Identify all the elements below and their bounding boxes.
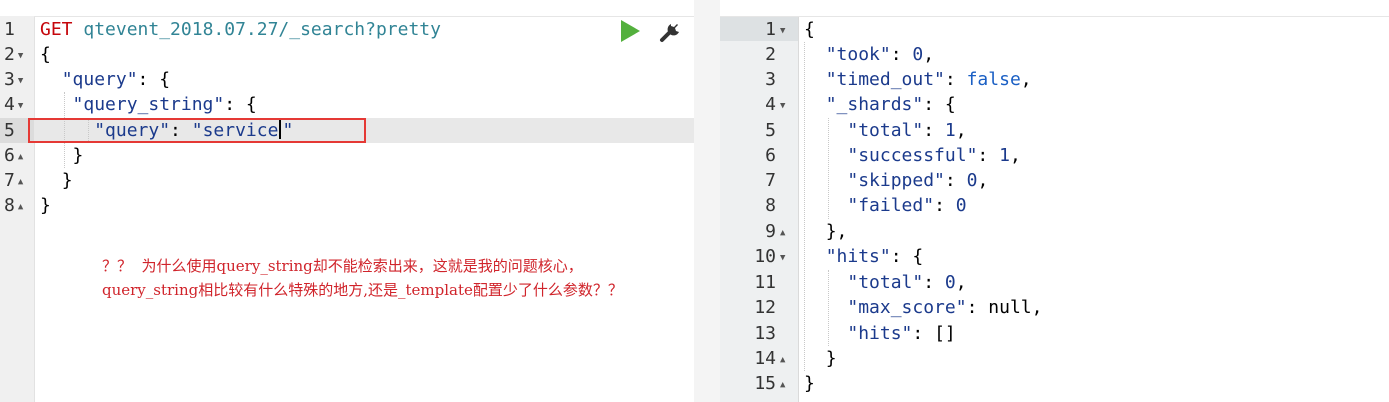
response-line: "successful": 1, — [847, 145, 1021, 166]
code-line[interactable]: } — [40, 143, 84, 168]
code-line[interactable]: } — [40, 168, 73, 193]
play-triangle-icon[interactable] — [621, 20, 640, 42]
line-number: 1 — [765, 19, 776, 40]
fold-toggle-icon[interactable]: ▼ — [18, 101, 23, 111]
editor-top-strip — [0, 0, 694, 16]
annotation-line-2: query_string相比较有什么特殊的地方,还是_template配置少了什… — [102, 281, 623, 299]
line-number: 5 — [4, 120, 15, 141]
response-line: { — [804, 19, 815, 40]
response-line: }, — [825, 221, 848, 242]
response-line: "failed": 0 — [847, 195, 967, 216]
red-highlight-box — [28, 118, 366, 143]
http-method: GET — [40, 19, 73, 40]
line-number: 2 ▼ — [4, 44, 24, 65]
line-number: 7 ▲ — [4, 170, 24, 191]
response-line: "total": 1, — [847, 120, 967, 141]
line-number: 8 ▲ — [4, 195, 24, 216]
response-line: "skipped": 0, — [847, 170, 989, 191]
fold-toggle-icon[interactable]: ▲ — [780, 355, 785, 365]
line-number: 7 — [765, 170, 776, 191]
line-number: 5 — [765, 120, 776, 141]
response-line: "timed_out": false, — [825, 69, 1032, 90]
line-number: 13 — [754, 323, 776, 344]
line-number: 2 — [765, 44, 776, 65]
fold-toggle-icon[interactable]: ▲ — [18, 152, 23, 162]
fold-toggle-icon[interactable]: ▲ — [780, 228, 785, 238]
fold-toggle-icon[interactable]: ▼ — [780, 101, 785, 111]
fold-toggle-icon[interactable]: ▲ — [18, 202, 23, 212]
fold-toggle-icon[interactable]: ▼ — [780, 253, 785, 263]
annotation-line-1: ？？ 为什么使用query_string却不能检索出来，这就是我的问题核心， — [102, 257, 583, 275]
response-line: "hits": [] — [847, 323, 956, 344]
fold-toggle-icon[interactable]: ▲ — [780, 380, 785, 390]
line-number: 4 — [765, 94, 776, 115]
code-line[interactable]: { — [40, 42, 51, 67]
line-number: 9 — [765, 221, 776, 242]
fold-toggle-icon[interactable]: ▲ — [18, 177, 23, 187]
line-number: 14 — [754, 348, 776, 369]
line-number: 12 — [754, 297, 776, 318]
pane-divider[interactable] — [694, 0, 720, 402]
response-line: } — [825, 348, 837, 369]
wrench-icon[interactable] — [658, 18, 684, 44]
code-line[interactable]: "query": { — [40, 67, 170, 92]
fold-toggle-icon[interactable]: ▼ — [18, 51, 23, 61]
response-line: "total": 0, — [847, 272, 967, 293]
line-number: 6 — [765, 145, 776, 166]
response-line: "_shards": { — [825, 94, 956, 115]
line-number: 6 ▲ — [4, 145, 24, 166]
line-number: 1 — [4, 19, 15, 40]
fold-toggle-icon[interactable]: ▼ — [18, 76, 23, 86]
request-editor[interactable]: 1 2 ▼ 3 ▼ 4 ▼ 5 6 ▲ 7 ▲ 8 ▲ GET qtevent_2018.0… — [0, 0, 694, 402]
response-line: } — [804, 373, 815, 394]
code-line[interactable]: } — [40, 193, 51, 218]
response-top-border — [720, 16, 1389, 17]
request-line[interactable]: GET qtevent_2018.07.27/_search?pretty — [40, 17, 441, 42]
response-line: "hits": { — [825, 246, 924, 267]
code-line[interactable]: "query_string": { — [40, 92, 257, 117]
line-number: 3 ▼ — [4, 69, 24, 90]
line-number: 11 — [754, 272, 776, 293]
request-url: qtevent_2018.07.27/_search?pretty — [83, 19, 441, 40]
line-number: 8 — [765, 195, 776, 216]
line-number: 15 — [754, 373, 776, 394]
line-number: 3 — [765, 69, 776, 90]
fold-toggle-icon[interactable]: ▼ — [780, 26, 785, 36]
response-line: "max_score": null, — [847, 297, 1043, 318]
response-line: "took": 0, — [825, 44, 935, 65]
line-number: 10 — [754, 246, 776, 267]
line-number: 4 ▼ — [4, 94, 24, 115]
